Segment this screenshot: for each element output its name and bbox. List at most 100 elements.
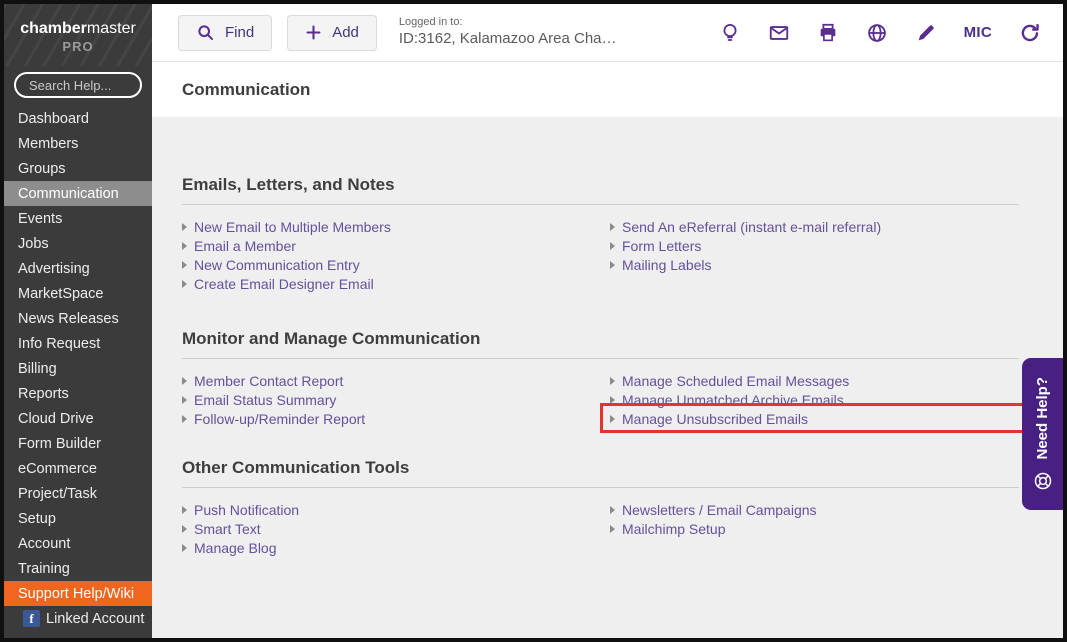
globe-icon[interactable] — [866, 22, 888, 44]
mic-initials[interactable]: MIC — [964, 24, 992, 41]
add-button[interactable]: Add — [287, 15, 377, 51]
caret-right-icon — [182, 261, 187, 269]
caret-right-icon — [610, 223, 615, 231]
page-title: Communication — [182, 80, 310, 100]
sidebar: chambermaster PRO Dashboard Members Grou… — [4, 4, 152, 638]
link-column-right: Manage Scheduled Email Messages Manage U… — [610, 371, 1019, 428]
plus-icon — [305, 24, 322, 41]
life-ring-icon — [1033, 471, 1053, 491]
caret-right-icon — [610, 525, 615, 533]
search-help-input[interactable] — [14, 72, 142, 98]
link-member-contact-report[interactable]: Member Contact Report — [182, 371, 610, 390]
brand-name-regular: master — [87, 20, 136, 37]
link-email-status-summary[interactable]: Email Status Summary — [182, 390, 610, 409]
find-button-label: Find — [225, 24, 254, 41]
link-column-right: Newsletters / Email Campaigns Mailchimp … — [610, 500, 1019, 557]
link-label: Mailchimp Setup — [622, 521, 726, 537]
sidebar-item-advertising[interactable]: Advertising — [4, 256, 152, 281]
sidebar-item-linked-account[interactable]: f Linked Account — [4, 606, 152, 631]
link-manage-scheduled-email-messages[interactable]: Manage Scheduled Email Messages — [610, 371, 1019, 390]
link-label: New Communication Entry — [194, 257, 360, 273]
link-label: Manage Unmatched Archive Emails — [622, 392, 844, 408]
sidebar-item-groups[interactable]: Groups — [4, 156, 152, 181]
link-label: Manage Scheduled Email Messages — [622, 373, 849, 389]
sidebar-item-jobs[interactable]: Jobs — [4, 231, 152, 256]
link-column-left: Push Notification Smart Text Manage Blog — [182, 500, 610, 557]
pencil-icon[interactable] — [915, 22, 937, 44]
sidebar-item-support-help-wiki[interactable]: Support Help/Wiki — [4, 581, 152, 606]
caret-right-icon — [182, 506, 187, 514]
link-label: Email a Member — [194, 238, 296, 254]
link-mailing-labels[interactable]: Mailing Labels — [610, 255, 1019, 274]
sidebar-item-training[interactable]: Training — [4, 556, 152, 581]
link-column-right: Send An eReferral (instant e-mail referr… — [610, 217, 1019, 293]
link-create-email-designer-email[interactable]: Create Email Designer Email — [182, 274, 610, 293]
link-push-notification[interactable]: Push Notification — [182, 500, 610, 519]
caret-right-icon — [610, 506, 615, 514]
link-label: Smart Text — [194, 521, 261, 537]
link-email-a-member[interactable]: Email a Member — [182, 236, 610, 255]
link-form-letters[interactable]: Form Letters — [610, 236, 1019, 255]
search-icon — [196, 23, 215, 42]
section-heading: Emails, Letters, and Notes — [182, 175, 1019, 195]
caret-right-icon — [182, 377, 187, 385]
link-label: Member Contact Report — [194, 373, 343, 389]
link-column-left: New Email to Multiple Members Email a Me… — [182, 217, 610, 293]
sidebar-item-setup[interactable]: Setup — [4, 506, 152, 531]
link-new-email-multiple-members[interactable]: New Email to Multiple Members — [182, 217, 610, 236]
link-follow-up-reminder-report[interactable]: Follow-up/Reminder Report — [182, 409, 610, 428]
sidebar-nav: Dashboard Members Groups Communication E… — [4, 106, 152, 631]
sidebar-item-ecommerce[interactable]: eCommerce — [4, 456, 152, 481]
mail-icon[interactable] — [768, 22, 790, 44]
link-label: Manage Unsubscribed Emails — [622, 411, 808, 427]
link-label: Push Notification — [194, 502, 299, 518]
sidebar-item-marketspace[interactable]: MarketSpace — [4, 281, 152, 306]
link-manage-unmatched-archive-emails[interactable]: Manage Unmatched Archive Emails — [610, 390, 1019, 409]
sidebar-item-project-task[interactable]: Project/Task — [4, 481, 152, 506]
logged-in-caption: Logged in to: — [399, 16, 617, 30]
caret-right-icon — [610, 415, 615, 423]
sidebar-item-form-builder[interactable]: Form Builder — [4, 431, 152, 456]
sidebar-item-account[interactable]: Account — [4, 531, 152, 556]
sidebar-item-news-releases[interactable]: News Releases — [4, 306, 152, 331]
logged-in-info: Logged in to: ID:3162, Kalamazoo Area Ch… — [399, 16, 617, 49]
caret-right-icon — [182, 242, 187, 250]
link-new-communication-entry[interactable]: New Communication Entry — [182, 255, 610, 274]
sidebar-item-info-request[interactable]: Info Request — [4, 331, 152, 356]
sidebar-item-billing[interactable]: Billing — [4, 356, 152, 381]
sidebar-item-events[interactable]: Events — [4, 206, 152, 231]
link-smart-text[interactable]: Smart Text — [182, 519, 610, 538]
caret-right-icon — [182, 544, 187, 552]
need-help-label: Need Help? — [1034, 377, 1051, 460]
section-monitor-manage-communication: Monitor and Manage Communication Member … — [182, 329, 1019, 428]
refresh-icon[interactable] — [1019, 22, 1041, 44]
link-newsletters-email-campaigns[interactable]: Newsletters / Email Campaigns — [610, 500, 1019, 519]
caret-right-icon — [182, 525, 187, 533]
page-content: Emails, Letters, and Notes New Email to … — [152, 117, 1063, 638]
link-label: Email Status Summary — [194, 392, 336, 408]
section-heading: Monitor and Manage Communication — [182, 329, 1019, 349]
link-mailchimp-setup[interactable]: Mailchimp Setup — [610, 519, 1019, 538]
section-heading: Other Communication Tools — [182, 458, 1019, 478]
brand-logo: chambermaster PRO — [4, 4, 152, 55]
need-help-tab[interactable]: Need Help? — [1022, 358, 1063, 510]
caret-right-icon — [182, 396, 187, 404]
link-manage-unsubscribed-emails[interactable]: Manage Unsubscribed Emails — [610, 409, 1019, 428]
sidebar-item-reports[interactable]: Reports — [4, 381, 152, 406]
sidebar-item-dashboard[interactable]: Dashboard — [4, 106, 152, 131]
link-label: Send An eReferral (instant e-mail referr… — [622, 219, 881, 235]
link-column-left: Member Contact Report Email Status Summa… — [182, 371, 610, 428]
brand-name: chambermaster — [4, 19, 152, 39]
caret-right-icon — [610, 377, 615, 385]
sidebar-item-cloud-drive[interactable]: Cloud Drive — [4, 406, 152, 431]
link-send-ereferral[interactable]: Send An eReferral (instant e-mail referr… — [610, 217, 1019, 236]
section-other-communication-tools: Other Communication Tools Push Notificat… — [182, 458, 1019, 557]
link-manage-blog[interactable]: Manage Blog — [182, 538, 610, 557]
sidebar-item-communication[interactable]: Communication — [4, 181, 152, 206]
printer-icon[interactable] — [817, 22, 839, 44]
find-button[interactable]: Find — [178, 15, 272, 51]
sidebar-item-members[interactable]: Members — [4, 131, 152, 156]
lightbulb-icon[interactable] — [719, 22, 741, 44]
main-area: Find Add Logged in to: ID:3162, Kalamazo… — [152, 4, 1063, 638]
caret-right-icon — [610, 261, 615, 269]
